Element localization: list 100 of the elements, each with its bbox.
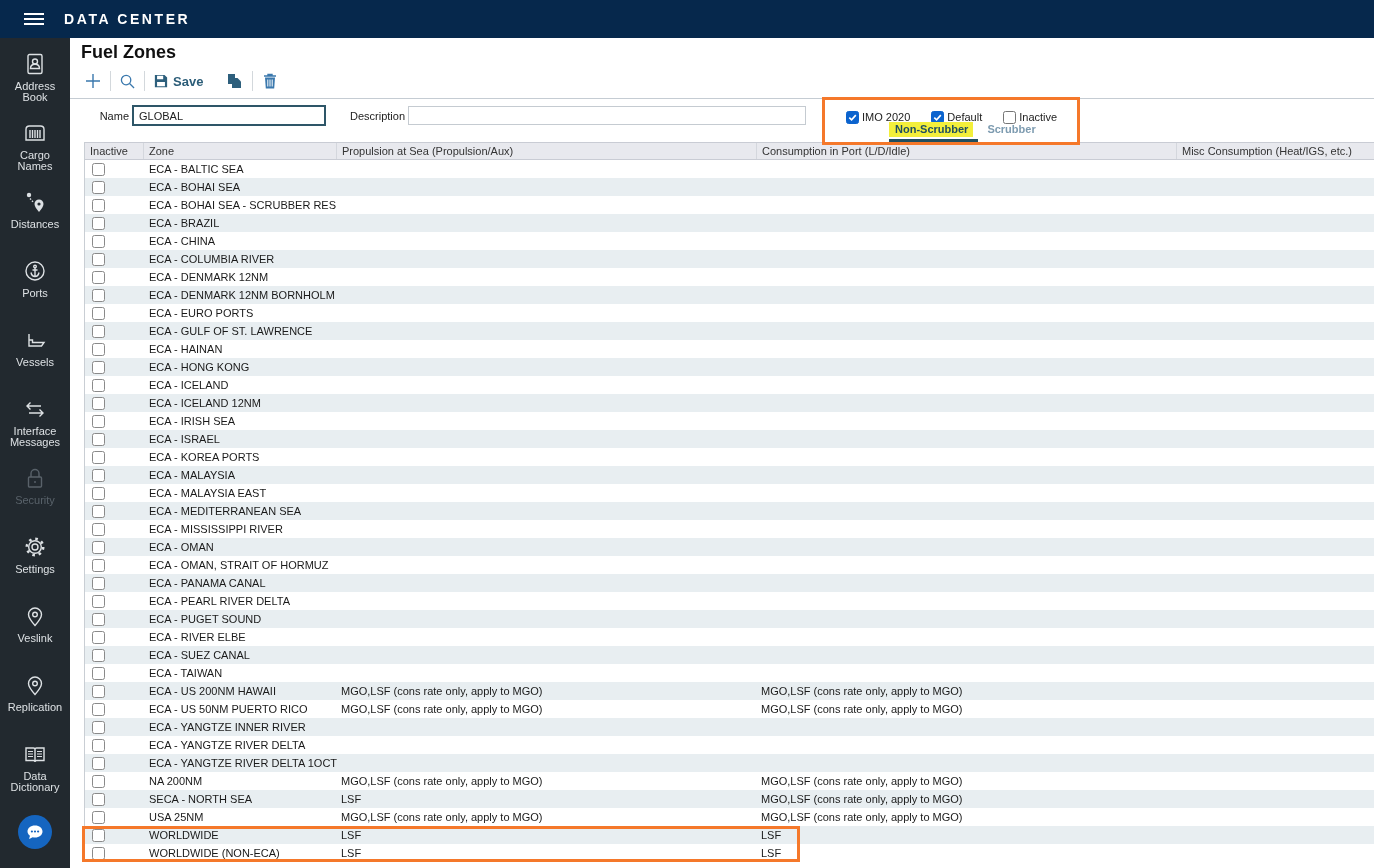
checkbox[interactable]	[92, 648, 105, 662]
checkbox[interactable]	[92, 720, 105, 734]
description-field[interactable]	[408, 106, 807, 125]
port-fuels: MGO,LSF (cons rate only, apply to MGO)	[761, 685, 963, 697]
checkbox[interactable]	[92, 792, 105, 806]
settings-icon	[24, 536, 46, 558]
checkbox[interactable]	[92, 234, 105, 248]
checkbox[interactable]	[92, 414, 105, 428]
checkbox[interactable]	[92, 756, 105, 770]
checkbox[interactable]	[92, 522, 105, 536]
zone-name: ECA - YANGTZE INNER RIVER	[149, 721, 306, 733]
checkbox[interactable]	[92, 432, 105, 446]
checkbox[interactable]	[92, 378, 105, 392]
zone-name: ECA - YANGTZE RIVER DELTA	[149, 739, 306, 751]
checkbox[interactable]	[92, 774, 105, 788]
trash-icon[interactable]	[262, 73, 279, 89]
chat-button[interactable]	[18, 815, 52, 849]
column-header: Zone	[144, 143, 337, 159]
column-header: Consumption in Port (L/D/Idle)	[757, 143, 1177, 159]
sidebar-item[interactable]: Cargo Names	[0, 114, 70, 183]
checkbox[interactable]	[92, 504, 105, 518]
checkbox[interactable]	[92, 324, 105, 338]
zone-name: NA 200NM	[149, 775, 203, 787]
checkbox-label: Default	[947, 111, 983, 123]
propulsion-fuels: LSF	[341, 793, 362, 805]
checkbox[interactable]	[92, 180, 105, 194]
copy-icon[interactable]	[227, 73, 244, 89]
sidebar-item[interactable]: Settings	[0, 528, 70, 597]
zone-name: ECA - IRISH SEA	[149, 415, 236, 427]
checkbox[interactable]	[92, 342, 105, 356]
propulsion-fuels: MGO,LSF (cons rate only, apply to MGO)	[341, 703, 543, 715]
zone-name: ECA - PUGET SOUND	[149, 613, 262, 625]
checkbox[interactable]	[92, 576, 105, 590]
checkbox[interactable]	[92, 684, 105, 698]
zone-name: WORLDWIDE (NON-ECA)	[149, 847, 280, 859]
checkbox[interactable]	[92, 846, 105, 860]
checkbox[interactable]	[92, 360, 105, 374]
checkbox[interactable]	[92, 486, 105, 500]
page-title: Fuel Zones	[81, 42, 177, 62]
zone-name: ECA - COLUMBIA RIVER	[149, 253, 275, 265]
checkbox[interactable]	[92, 306, 105, 320]
zone-name: ECA - US 50NM PUERTO RICO	[149, 703, 308, 715]
field-label: Description	[350, 109, 406, 122]
sidebar-item[interactable]: Veslink	[0, 597, 70, 666]
checkbox[interactable]	[92, 468, 105, 482]
zone-name: ECA - DENMARK 12NM	[149, 271, 269, 283]
checkbox[interactable]	[92, 612, 105, 626]
checkbox[interactable]	[92, 252, 105, 266]
port-fuels: LSF	[761, 847, 782, 859]
zone-name: ECA - OMAN, STRAIT OF HORMUZ	[149, 559, 329, 571]
checkbox[interactable]	[92, 198, 105, 212]
checkbox-label: IMO 2020	[862, 111, 911, 123]
checkbox[interactable]	[1003, 110, 1017, 124]
zone-name: ECA - PANAMA CANAL	[149, 577, 266, 589]
checkbox[interactable]	[92, 270, 105, 284]
zone-name: ECA - EURO PORTS	[149, 307, 254, 319]
checkbox[interactable]	[92, 738, 105, 752]
checkbox[interactable]	[92, 450, 105, 464]
checkbox[interactable]	[92, 540, 105, 554]
propulsion-fuels: LSF	[341, 829, 362, 841]
sidebar-item[interactable]: Address Book	[0, 45, 70, 114]
column-header: Misc Consumption (Heat/IGS, etc.)	[1181, 144, 1353, 159]
port-fuels: MGO,LSF (cons rate only, apply to MGO)	[761, 703, 963, 715]
save-button[interactable]: Save	[153, 73, 205, 89]
zone-name: ECA - YANGTZE RIVER DELTA 1OCT	[149, 757, 338, 769]
zone-name: ECA - SUEZ CANAL	[149, 649, 250, 661]
menu-icon[interactable]	[24, 13, 44, 25]
checkbox[interactable]	[92, 162, 105, 176]
zone-name: ECA - US 200NM HAWAII	[149, 685, 276, 697]
field-label: Name	[98, 109, 129, 122]
sidebar-item[interactable]: Interface Messages	[0, 390, 70, 459]
sidebar-item[interactable]: Replication	[0, 666, 70, 735]
sidebar-item[interactable]: Data Dictionary	[0, 735, 70, 804]
name-field[interactable]: GLOBAL	[132, 105, 326, 126]
checkbox[interactable]	[92, 666, 105, 680]
search-icon[interactable]	[120, 73, 135, 89]
checkbox[interactable]	[92, 630, 105, 644]
sidebar-item[interactable]: Distances	[0, 183, 70, 252]
zone-name: ECA - ICELAND	[149, 379, 229, 391]
sidebar-item[interactable]: Vessels	[0, 321, 70, 390]
zone-name: ECA - BRAZIL	[149, 217, 220, 229]
checkbox[interactable]	[846, 110, 860, 124]
checkbox[interactable]	[92, 594, 105, 608]
checkbox[interactable]	[92, 558, 105, 572]
zone-name: ECA - MALAYSIA EAST	[149, 487, 267, 499]
checkbox[interactable]	[92, 216, 105, 230]
checkbox[interactable]	[92, 702, 105, 716]
port-fuels: LSF	[761, 829, 782, 841]
propulsion-fuels: LSF	[341, 847, 362, 859]
checkbox[interactable]	[92, 810, 105, 824]
zone-name: ECA - ICELAND 12NM	[149, 397, 261, 409]
route-pins-icon	[24, 191, 46, 213]
checkbox[interactable]	[92, 396, 105, 410]
zone-name: SECA - NORTH SEA	[149, 793, 253, 805]
checkbox-label: Inactive	[1019, 111, 1058, 123]
sidebar-item[interactable]: Ports	[0, 252, 70, 321]
zone-name: ECA - BOHAI SEA - SCRUBBER RES	[149, 199, 337, 211]
checkbox[interactable]	[92, 288, 105, 302]
propulsion-fuels: MGO,LSF (cons rate only, apply to MGO)	[341, 811, 543, 823]
plus-icon[interactable]	[85, 73, 101, 89]
